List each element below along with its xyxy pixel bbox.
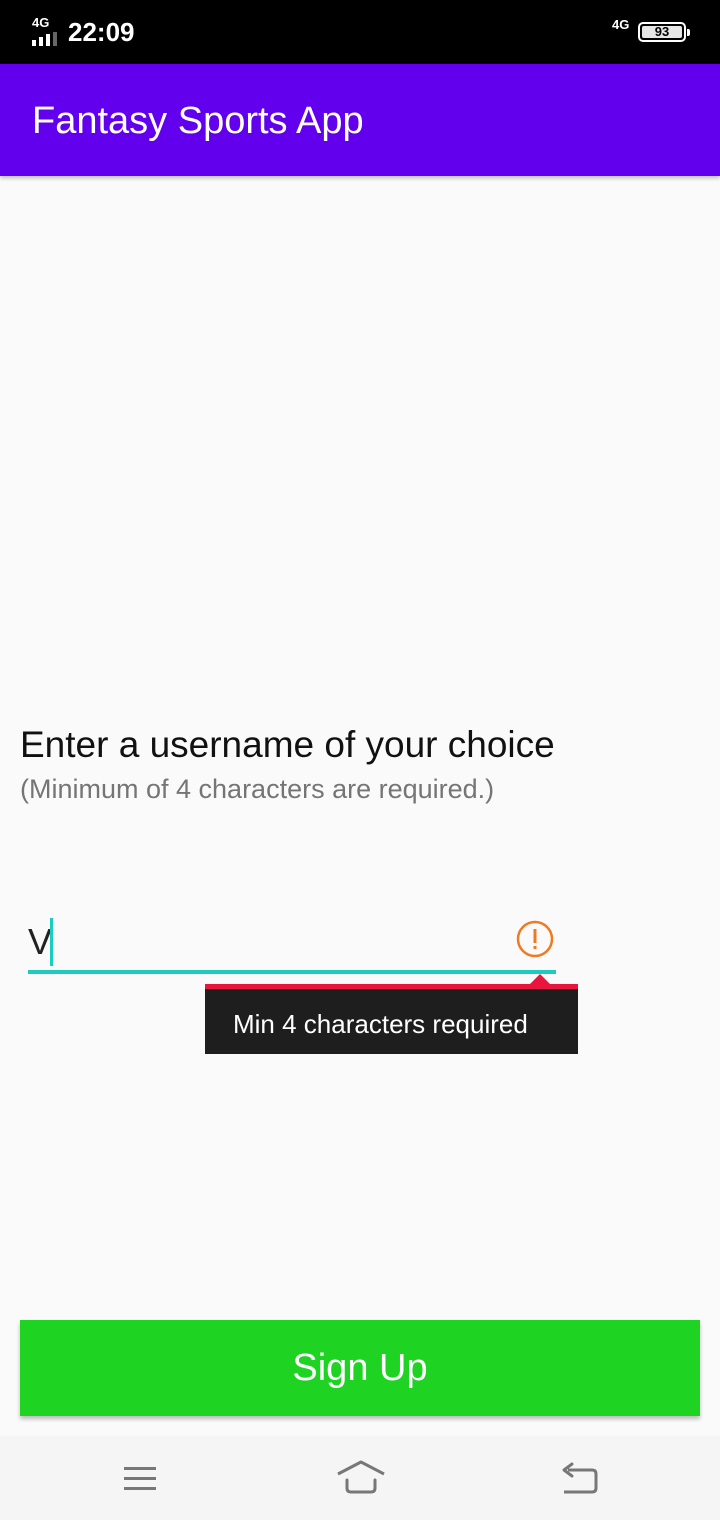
app-bar: Fantasy Sports App [0, 64, 720, 176]
signal-bars-icon [32, 32, 57, 46]
status-bar: 4G 22:09 4G 93 [0, 0, 720, 64]
battery-level: 93 [642, 25, 682, 38]
username-input-value[interactable]: V [28, 920, 52, 964]
back-icon[interactable] [558, 1456, 602, 1500]
clock: 22:09 [68, 17, 135, 47]
network-type: 4G [32, 15, 50, 30]
error-tooltip: Min 4 characters required [205, 984, 578, 1054]
error-tooltip-arrow [530, 974, 550, 984]
input-underline [28, 970, 556, 974]
system-nav-bar [0, 1436, 720, 1520]
username-hint: (Minimum of 4 characters are required.) [20, 774, 495, 804]
battery-icon: 93 [638, 22, 690, 42]
app-title: Fantasy Sports App [32, 100, 364, 142]
network-type-right: 4G [612, 17, 630, 32]
network-signal: 4G [32, 16, 62, 46]
error-exclamation-icon[interactable] [516, 920, 554, 958]
sign-up-button[interactable]: Sign Up [20, 1320, 700, 1416]
text-cursor [50, 918, 53, 966]
username-prompt: Enter a username of your choice [20, 724, 555, 765]
home-icon[interactable] [336, 1456, 386, 1500]
username-input[interactable]: V [28, 912, 556, 974]
error-message: Min 4 characters required [233, 1009, 528, 1039]
menu-icon[interactable] [118, 1456, 162, 1500]
